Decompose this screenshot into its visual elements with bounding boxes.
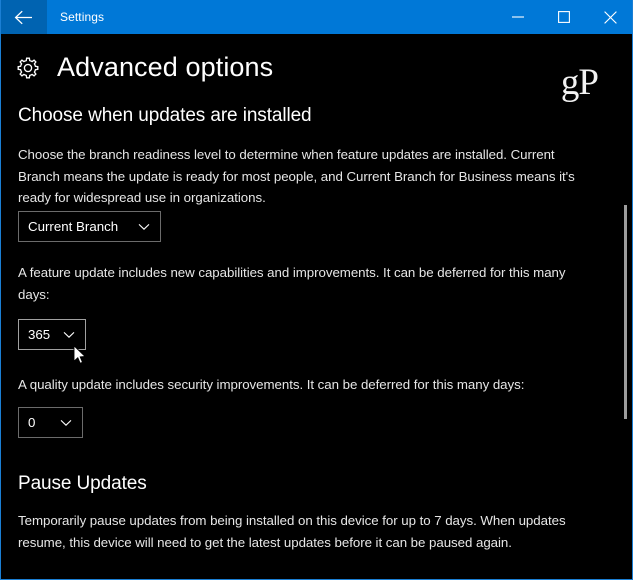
back-button[interactable]	[1, 0, 47, 34]
chevron-down-icon	[52, 419, 82, 427]
maximize-icon	[558, 11, 570, 23]
branch-readiness-value: Current Branch	[28, 219, 119, 234]
section-paragraph-quality-update: A quality update includes security impro…	[18, 377, 525, 392]
close-button[interactable]	[587, 0, 632, 34]
settings-content: gP Advanced options Choose when updates …	[1, 34, 632, 579]
scrollbar-thumb[interactable]	[624, 205, 627, 419]
title-bar-spacer	[104, 0, 495, 34]
feature-update-defer-dropdown[interactable]: 365	[18, 319, 86, 350]
feature-update-defer-value: 365	[28, 327, 51, 342]
quality-update-defer-dropdown[interactable]: 0	[18, 407, 83, 438]
minimize-icon	[512, 11, 524, 23]
title-bar: Settings	[1, 0, 632, 34]
section-paragraph-choose-when-updates: Choose the branch readiness level to det…	[18, 147, 575, 205]
chevron-down-icon	[55, 331, 85, 339]
window-title: Settings	[60, 10, 105, 24]
page-header: Advanced options	[15, 54, 273, 81]
watermark-logo: gP	[560, 62, 599, 103]
section-heading-choose-when-updates: Choose when updates are installed	[18, 105, 312, 126]
chevron-down-icon	[130, 223, 160, 231]
page-title: Advanced options	[57, 52, 274, 82]
branch-readiness-dropdown[interactable]: Current Branch	[18, 211, 161, 242]
minimize-button[interactable]	[495, 0, 541, 34]
section-paragraph-pause-updates: Temporarily pause updates from being ins…	[18, 513, 566, 550]
close-icon	[603, 10, 617, 24]
section-paragraph-feature-update: A feature update includes new capabiliti…	[18, 265, 566, 302]
arrow-left-icon	[14, 10, 33, 25]
maximize-button[interactable]	[541, 0, 587, 34]
settings-window: Settings gP Advanced options Choose when…	[0, 0, 633, 580]
gear-icon	[15, 55, 41, 81]
vertical-scrollbar[interactable]	[622, 34, 627, 579]
section-heading-pause-updates: Pause Updates	[18, 473, 147, 494]
quality-update-defer-value: 0	[28, 415, 36, 430]
